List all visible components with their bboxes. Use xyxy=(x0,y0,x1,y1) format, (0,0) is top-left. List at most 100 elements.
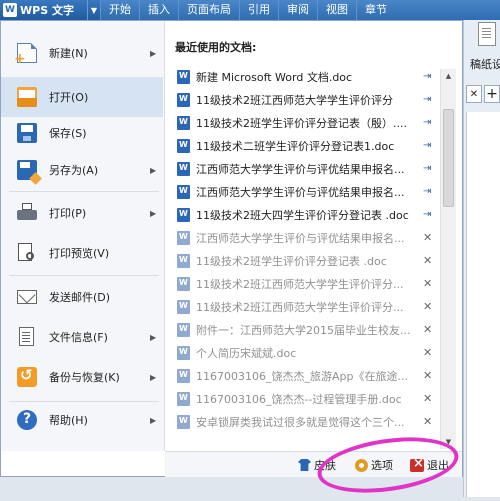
pin-icon[interactable]: ⇥ xyxy=(423,94,431,105)
recent-document-item[interactable]: 新建 Microsoft Word 文档.doc ⇥ xyxy=(165,65,437,88)
word-document-icon xyxy=(177,69,190,84)
open-folder-icon xyxy=(17,87,37,107)
recent-document-item[interactable]: 11级技术2班学生评价评分登记表 .doc ✕ xyxy=(165,249,437,272)
draft-paper-icon[interactable] xyxy=(478,22,496,46)
submenu-arrow-icon: ▶ xyxy=(150,332,157,342)
submenu-arrow-icon: ▶ xyxy=(150,415,157,425)
recent-document-name: 11级技术2班江西师范大学学生评价评分... xyxy=(196,300,404,314)
word-document-icon xyxy=(177,299,190,314)
wps-app-menu-button[interactable]: W WPS 文字 ▼ xyxy=(0,0,100,20)
ribbon-tab[interactable]: 审阅 xyxy=(278,0,317,20)
unpin-icon[interactable]: ✕ xyxy=(423,277,432,290)
menu-item-file-info[interactable]: 文件信息(F) ▶ xyxy=(1,323,163,351)
word-document-icon xyxy=(177,138,190,153)
pin-icon[interactable]: ⇥ xyxy=(423,71,431,82)
recent-document-name: 安卓锁屏类我试过很多就是觉得这个三个... xyxy=(196,415,405,429)
unpin-icon[interactable]: ✕ xyxy=(423,415,432,428)
unpin-icon[interactable]: ✕ xyxy=(423,346,432,359)
recent-document-item[interactable]: 安卓锁屏类我试过很多就是觉得这个三个... ✕ xyxy=(165,410,437,433)
menu-item-mail[interactable]: 发送邮件(D) xyxy=(1,283,163,311)
recent-document-item[interactable]: 11级技术2班大四学生评价评分登记表 .doc ⇥ xyxy=(165,203,437,226)
recent-document-item[interactable]: 江西师范大学学生评价与评优结果申报名... ⇥ xyxy=(165,180,437,203)
ribbon-tab[interactable]: 插入 xyxy=(139,0,178,20)
save-icon xyxy=(17,123,37,143)
recent-document-item[interactable]: 江西师范大学学生评价与评优结果申报名... ✕ xyxy=(165,226,437,249)
menu-item-label: 打印预览(V) xyxy=(49,247,110,260)
recent-document-item[interactable]: 个人简历宋斌斌.doc ✕ xyxy=(165,341,437,364)
recent-documents-title: 最近使用的文档: xyxy=(175,41,257,54)
close-tab-icon[interactable]: ✕ xyxy=(466,85,482,103)
word-document-icon xyxy=(177,345,190,360)
ribbon-tab[interactable]: 页面布局 xyxy=(178,0,239,20)
unpin-icon[interactable]: ✕ xyxy=(423,231,432,244)
draft-paper-label[interactable]: 稿纸设 xyxy=(470,56,500,72)
recent-document-item[interactable]: 11级技术2班江西师范大学学生评价评分... ✕ xyxy=(165,272,437,295)
word-document-icon xyxy=(177,253,190,268)
menu-item-backup-restore[interactable]: 备份与恢复(K) ▶ xyxy=(1,363,163,391)
word-document-icon xyxy=(177,322,190,337)
printer-icon xyxy=(17,203,37,223)
backup-restore-icon xyxy=(17,366,37,387)
recent-document-name: 11级技术2班江西师范大学学生评价评分... xyxy=(196,277,404,291)
unpin-icon[interactable]: ✕ xyxy=(423,254,432,267)
recent-document-item[interactable]: 1167003106_饶杰杰_旅游App《在旅途... ✕ xyxy=(165,364,437,387)
word-document-icon xyxy=(177,391,190,406)
file-menu-panel: 新建(N) ▶ 打开(O) 保存(S) 另存为(A) ▶ 打印(P) ▶ 打印预览(V) 发送邮件… xyxy=(0,20,463,477)
unpin-icon[interactable]: ✕ xyxy=(423,323,432,336)
menu-item-printer[interactable]: 打印(P) ▶ xyxy=(1,199,163,227)
recent-document-name: 江西师范大学学生评价与评优结果申报名... xyxy=(196,162,405,176)
recent-document-name: 新建 Microsoft Word 文档.doc xyxy=(196,70,353,84)
menu-item-open-folder[interactable]: 打开(O) xyxy=(1,77,163,117)
scroll-thumb[interactable] xyxy=(443,109,454,207)
ribbon-tabs: 开始 插入 页面布局 引用 审阅 视图 章节 xyxy=(100,0,395,20)
tshirt-icon xyxy=(298,459,311,471)
recent-document-item[interactable]: 11级技术2班学生评价评分登记表（殷）.... ⇥ xyxy=(165,111,437,134)
submenu-arrow-icon: ▶ xyxy=(150,165,157,175)
menu-item-label: 发送邮件(D) xyxy=(49,291,111,304)
recent-document-name: 11级技术2班学生评价评分登记表（殷）.... xyxy=(196,116,407,130)
unpin-icon[interactable]: ✕ xyxy=(423,300,432,313)
recent-document-name: 江西师范大学学生评价与评优结果申报名... xyxy=(196,185,405,199)
document-page[interactable] xyxy=(466,112,500,497)
recent-document-item[interactable]: 11级技术2班江西师范大学学生评价评分... ✕ xyxy=(165,295,437,318)
recent-document-item[interactable]: 11级技术二班学生评价评分登记表1.doc ⇥ xyxy=(165,134,437,157)
menu-item-label: 打开(O) xyxy=(49,91,89,104)
recent-list-scrollbar[interactable]: ▲ ▼ xyxy=(440,69,456,449)
menu-item-save-as[interactable]: 另存为(A) ▶ xyxy=(1,156,163,184)
ribbon-tab[interactable]: 引用 xyxy=(239,0,278,20)
recent-document-item[interactable]: 11级技术2班江西师范大学学生评价评分 ⇥ xyxy=(165,88,437,111)
submenu-arrow-icon: ▶ xyxy=(150,208,157,218)
pin-icon[interactable]: ⇥ xyxy=(423,140,431,151)
title-ribbon-bar: W WPS 文字 ▼ 开始 插入 页面布局 引用 审阅 视图 章节 xyxy=(0,0,500,20)
menu-item-print-preview[interactable]: 打印预览(V) xyxy=(1,239,163,267)
unpin-icon[interactable]: ✕ xyxy=(423,369,432,382)
scroll-up-icon[interactable]: ▲ xyxy=(441,69,456,83)
menu-item-save[interactable]: 保存(S) xyxy=(1,119,163,147)
menu-item-label: 新建(N) xyxy=(49,47,88,60)
print-preview-icon xyxy=(17,243,37,263)
chevron-down-icon[interactable]: ▼ xyxy=(87,0,100,20)
recent-document-item[interactable]: 江西师范大学学生评价与评优结果申报名... ⇥ xyxy=(165,157,437,180)
pin-icon[interactable]: ⇥ xyxy=(423,209,431,220)
submenu-arrow-icon: ▶ xyxy=(150,48,157,58)
new-document-icon xyxy=(14,43,37,67)
recent-document-item[interactable]: 附件一：江西师范大学2015届毕业生校友... ✕ xyxy=(165,318,437,341)
save-as-icon xyxy=(17,160,37,180)
menu-item-new-document[interactable]: 新建(N) ▶ xyxy=(1,39,163,67)
recent-documents-list: 新建 Microsoft Word 文档.doc⇥11级技术2班江西师范大学学生… xyxy=(165,65,437,435)
new-tab-button[interactable]: + xyxy=(484,85,500,103)
unpin-icon[interactable]: ✕ xyxy=(423,392,432,405)
menu-item-help[interactable]: 帮助(H) ▶ xyxy=(1,406,163,434)
menu-item-label: 打印(P) xyxy=(49,207,87,220)
wps-logo-icon: W xyxy=(3,3,17,17)
ribbon-tab[interactable]: 开始 xyxy=(100,0,139,20)
menu-item-label: 保存(S) xyxy=(49,127,87,140)
pin-icon[interactable]: ⇥ xyxy=(423,163,431,174)
file-info-icon xyxy=(17,327,37,347)
recent-document-name: 11级技术2班大四学生评价评分登记表 .doc xyxy=(196,208,409,222)
recent-document-item[interactable]: 1167003106_饶杰杰--过程管理手册.doc ✕ xyxy=(165,387,437,410)
ribbon-tab[interactable]: 章节 xyxy=(356,0,395,20)
pin-icon[interactable]: ⇥ xyxy=(423,117,431,128)
ribbon-tab[interactable]: 视图 xyxy=(317,0,356,20)
pin-icon[interactable]: ⇥ xyxy=(423,186,431,197)
